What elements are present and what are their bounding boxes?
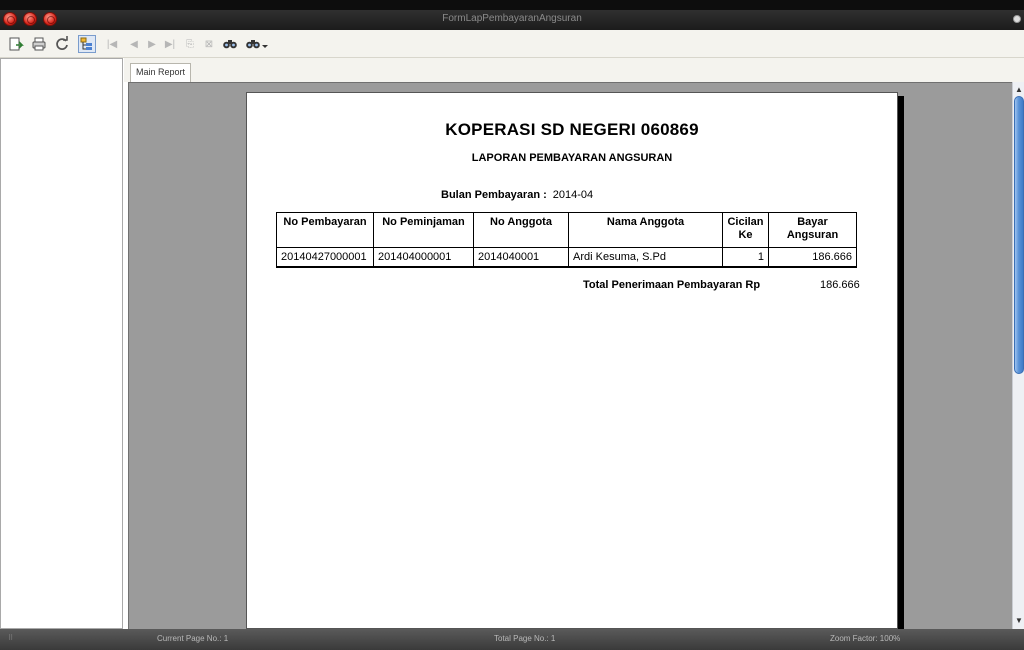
scroll-down-arrow-icon[interactable]: ▼ bbox=[1013, 615, 1024, 627]
vertical-scrollbar[interactable]: ▲ ▼ bbox=[1012, 82, 1024, 629]
close-view-icon[interactable]: ⊠ bbox=[200, 35, 218, 53]
col-no-peminjaman: No Peminjaman bbox=[373, 212, 474, 248]
col-bayar-angsuran: Bayar Angsuran bbox=[768, 212, 857, 248]
col-nama-anggota: Nama Anggota bbox=[568, 212, 723, 248]
col-no-pembayaran: No Pembayaran bbox=[276, 212, 374, 248]
group-tree-panel[interactable] bbox=[0, 58, 123, 629]
refresh-icon[interactable] bbox=[53, 35, 71, 53]
scrollbar-thumb[interactable] bbox=[1014, 96, 1024, 374]
group-tree-icon[interactable] bbox=[78, 35, 96, 53]
cell-cicilan-ke: 1 bbox=[722, 247, 769, 268]
search-icon[interactable] bbox=[221, 35, 239, 53]
last-page-icon[interactable]: ▶| bbox=[161, 35, 179, 53]
table-row: 20140427000001 201404000001 2014040001 A… bbox=[276, 247, 857, 268]
zoom-icon[interactable] bbox=[244, 35, 270, 53]
table-header-row: No Pembayaran No Peminjaman No Anggota N… bbox=[276, 212, 857, 248]
export-icon[interactable] bbox=[7, 35, 25, 53]
col-no-anggota: No Anggota bbox=[473, 212, 569, 248]
scroll-up-arrow-icon[interactable]: ▲ bbox=[1013, 84, 1024, 96]
col-cicilan-ke: Cicilan Ke bbox=[722, 212, 769, 248]
print-icon[interactable] bbox=[30, 35, 48, 53]
col-cicilan-ke-line1: Cicilan bbox=[727, 216, 764, 228]
window-title-bar: FormLapPembayaranAngsuran bbox=[0, 0, 1024, 30]
tab-main-report[interactable]: Main Report bbox=[130, 63, 192, 82]
title-bar-top-strip bbox=[0, 0, 1024, 10]
total-label: Total Penerimaan Pembayaran Rp bbox=[583, 279, 761, 291]
zoom-factor-status: Zoom Factor: 100% bbox=[830, 634, 901, 643]
total-value: 186.666 bbox=[820, 279, 860, 291]
cell-bayar-angsuran: 186.666 bbox=[768, 247, 857, 268]
status-bar: ⠿ Current Page No.: 1 Total Page No.: 1 … bbox=[0, 629, 1024, 650]
total-page-status: Total Page No.: 1 bbox=[494, 634, 556, 643]
current-page-status: Current Page No.: 1 bbox=[157, 634, 229, 643]
cell-no-anggota: 2014040001 bbox=[473, 247, 569, 268]
window-title: FormLapPembayaranAngsuran bbox=[442, 13, 582, 24]
report-toolbar: |◀ ◀ ▶ ▶| ⎘ ⊠ bbox=[0, 30, 1024, 58]
payment-table: No Pembayaran No Peminjaman No Anggota N… bbox=[276, 212, 857, 268]
resize-grip-icon[interactable]: ⠿ bbox=[8, 634, 20, 644]
cell-no-pembayaran: 20140427000001 bbox=[276, 247, 374, 268]
report-tab-strip: Main Report bbox=[124, 58, 1024, 82]
period-value: 2014-04 bbox=[552, 189, 594, 201]
toolbar-toggle-button[interactable] bbox=[1013, 15, 1021, 23]
report-page bbox=[246, 92, 898, 629]
col-cicilan-ke-line2: Ke bbox=[738, 229, 753, 241]
cell-nama-anggota: Ardi Kesuma, S.Pd bbox=[568, 247, 723, 268]
report-title: KOPERASI SD NEGERI 060869 bbox=[445, 120, 699, 139]
first-page-icon[interactable]: |◀ bbox=[103, 35, 121, 53]
report-period: Bulan Pembayaran : 2014-04 bbox=[441, 189, 593, 201]
next-page-icon[interactable]: ▶ bbox=[143, 35, 161, 53]
cell-no-peminjaman: 201404000001 bbox=[373, 247, 474, 268]
goto-page-icon[interactable]: ⎘ bbox=[181, 35, 199, 53]
prev-page-icon[interactable]: ◀ bbox=[125, 35, 143, 53]
period-label: Bulan Pembayaran : bbox=[441, 189, 547, 201]
report-subtitle: LAPORAN PEMBAYARAN ANGSURAN bbox=[471, 152, 673, 164]
